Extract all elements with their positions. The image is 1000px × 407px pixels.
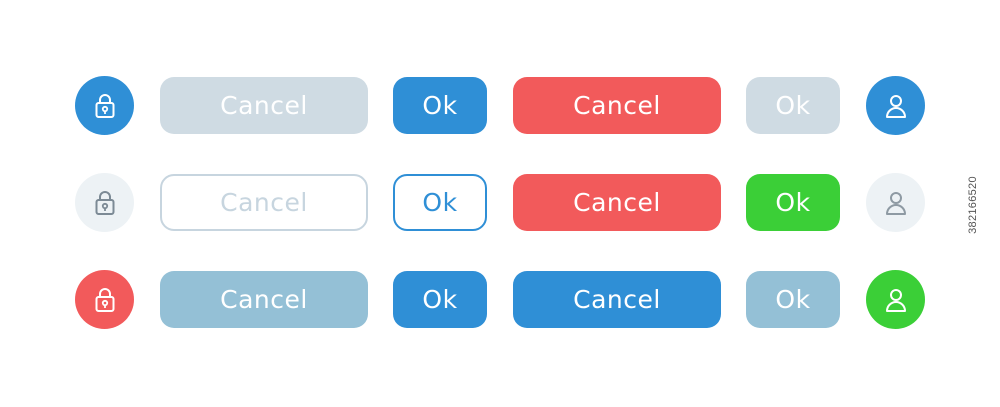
lock-icon — [95, 190, 114, 215]
cancel-button[interactable]: Cancel — [160, 174, 368, 231]
user-icon-button[interactable] — [866, 270, 925, 329]
ok-button[interactable]: Ok — [393, 77, 487, 134]
ok-button[interactable]: Ok — [393, 271, 487, 328]
lock-icon — [95, 287, 114, 312]
lock-icon-button[interactable] — [75, 270, 134, 329]
lock-icon-button[interactable] — [75, 173, 134, 232]
user-icon — [885, 94, 906, 118]
user-icon — [885, 191, 906, 215]
lock-icon-button[interactable] — [75, 76, 134, 135]
ok-button[interactable]: Ok — [746, 174, 840, 231]
user-icon-button[interactable] — [866, 173, 925, 232]
user-icon-button[interactable] — [866, 76, 925, 135]
lock-icon — [95, 93, 114, 118]
user-icon — [885, 288, 906, 312]
cancel-button[interactable]: Cancel — [513, 174, 721, 231]
cancel-button[interactable]: Cancel — [513, 271, 721, 328]
cancel-button[interactable]: Cancel — [160, 271, 368, 328]
ok-button[interactable]: Ok — [746, 271, 840, 328]
image-id-label: 382166520 — [967, 176, 980, 234]
cancel-button[interactable]: Cancel — [513, 77, 721, 134]
cancel-button[interactable]: Cancel — [160, 77, 368, 134]
button-kit-canvas: Cancel Ok Cancel Ok Cancel Ok Cancel Ok — [0, 0, 1000, 407]
ok-button[interactable]: Ok — [393, 174, 487, 231]
ok-button[interactable]: Ok — [746, 77, 840, 134]
